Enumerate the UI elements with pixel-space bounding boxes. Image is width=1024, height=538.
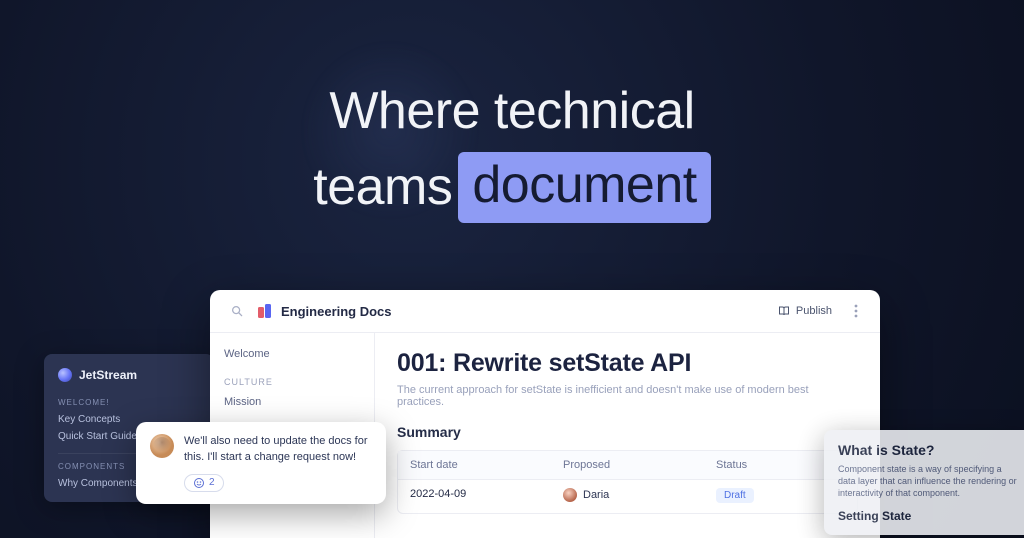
- what-is-state-heading: What is State?: [838, 442, 1020, 458]
- sidebar-item-mission[interactable]: Mission: [224, 391, 360, 413]
- comment-popover: We'll also need to update the docs for t…: [136, 422, 386, 504]
- sidebar-section-culture: CULTURE: [224, 377, 360, 387]
- headline-line1: Where technical: [0, 78, 1024, 146]
- setting-state-heading: Setting State: [838, 509, 1020, 523]
- status-badge[interactable]: Draft: [716, 488, 754, 503]
- state-explainer-card: What is State? Component state is a way …: [824, 430, 1024, 535]
- jetstream-brand-name: JetStream: [79, 368, 137, 382]
- docs-title: Engineering Docs: [281, 304, 392, 319]
- cell-start-date: 2022-04-09: [398, 480, 551, 513]
- summary-heading: Summary: [397, 424, 858, 440]
- jetstream-section-welcome: WELCOME!: [58, 398, 200, 407]
- sidebar-item-welcome[interactable]: Welcome: [224, 343, 360, 365]
- publish-button[interactable]: Publish: [770, 301, 840, 321]
- summary-table: Start date Proposed Status 2022-04-09 Da…: [397, 450, 858, 514]
- cell-proposed-person[interactable]: Daria: [563, 488, 609, 502]
- col-proposed: Proposed: [551, 451, 704, 479]
- page-subheading: The current approach for setState is ine…: [397, 384, 858, 408]
- search-icon[interactable]: [226, 300, 248, 322]
- reaction-count: 2: [209, 477, 215, 488]
- publish-label: Publish: [796, 305, 832, 317]
- avatar: [563, 488, 577, 502]
- more-menu-icon[interactable]: [848, 302, 864, 320]
- space-logo-icon: [258, 304, 274, 318]
- headline: Where technical teams document: [0, 78, 1024, 223]
- book-open-icon: [778, 305, 790, 317]
- avatar: [150, 434, 174, 458]
- smile-icon: [193, 477, 205, 489]
- col-start-date: Start date: [398, 451, 551, 479]
- table-row: 2022-04-09 Daria Draft: [398, 479, 857, 513]
- what-is-state-text: Component state is a way of specifying a…: [838, 463, 1020, 499]
- comment-text: We'll also need to update the docs for t…: [184, 434, 372, 466]
- page-title: 001: Rewrite setState API: [397, 349, 858, 378]
- docs-main: 001: Rewrite setState API The current ap…: [375, 333, 880, 538]
- table-header-row: Start date Proposed Status: [398, 451, 857, 479]
- jetstream-logo-icon: [58, 368, 72, 382]
- headline-highlight: document: [458, 152, 710, 224]
- headline-line2-prefix: teams: [313, 154, 452, 222]
- reaction-pill[interactable]: 2: [184, 474, 224, 492]
- proposed-name: Daria: [583, 489, 609, 501]
